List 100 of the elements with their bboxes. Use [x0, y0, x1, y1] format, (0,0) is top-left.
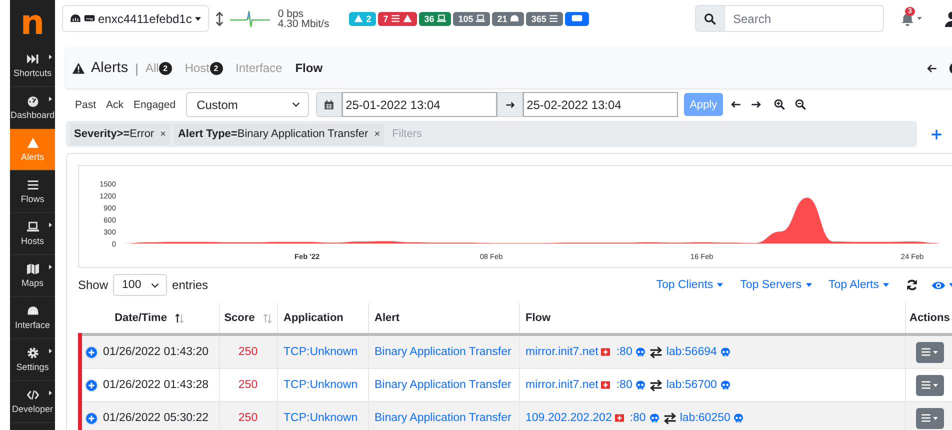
end-date-field[interactable]: 25-02-2022 13:04 [522, 92, 678, 117]
arrow-left-icon[interactable] [730, 99, 742, 110]
list-icon [549, 14, 558, 23]
chevron-icon [292, 102, 300, 107]
status-badge[interactable]: 7 [378, 12, 418, 26]
status-badge[interactable]: 365 [526, 12, 564, 26]
host-link[interactable]: mirror.init7.net [526, 346, 598, 358]
tab[interactable]: All 2 [145, 61, 177, 75]
filter-link[interactable]: Past [75, 98, 96, 110]
actions-button[interactable] [916, 408, 944, 428]
port-link[interactable]: :80 [616, 346, 632, 358]
exchange-icon [649, 378, 664, 392]
skull-icon [720, 380, 731, 390]
start-date-field[interactable]: 25-01-2022 13:04 [342, 92, 497, 117]
device-icon [570, 13, 584, 24]
code-icon [26, 389, 38, 401]
sidebar-item[interactable]: Maps [10, 255, 55, 297]
score-cell-text: 250 [237, 412, 259, 424]
alert-link[interactable]: Binary Application Transfer [374, 412, 512, 424]
caret-icon [933, 384, 938, 386]
column-header[interactable]: Alert [374, 312, 400, 324]
warning-icon [354, 14, 364, 23]
list-icon [391, 14, 400, 23]
arrow-right-icon[interactable] [751, 99, 762, 110]
download-rate: 4.30 Mbit/s [278, 18, 330, 28]
back-icon[interactable] [926, 62, 937, 74]
actions-button[interactable] [916, 374, 944, 396]
caret-icon [806, 283, 812, 287]
exchange-icon [662, 412, 677, 424]
host-link[interactable]: lab:56700 [666, 379, 717, 391]
search-button[interactable] [695, 5, 724, 32]
zoom-in-icon[interactable] [774, 99, 786, 110]
refresh-icon[interactable] [906, 279, 918, 291]
column-header[interactable]: Date/Time [114, 312, 167, 324]
menu-button[interactable]: Top Servers [740, 279, 812, 291]
skull-icon [635, 380, 646, 390]
sidebar-item[interactable]: Interface [10, 297, 55, 339]
traffic-arrows-icon [214, 10, 224, 26]
table-cell: 01/26/2022 01:43:20 [103, 346, 209, 358]
application-link[interactable]: TCP:Unknown [284, 412, 358, 424]
filter-link[interactable]: Ack [106, 98, 124, 110]
search-field[interactable]: Search [724, 5, 884, 32]
remove-button[interactable]: × [160, 128, 166, 140]
alert-link[interactable]: Binary Application Transfer [374, 379, 512, 391]
caret-icon [933, 350, 938, 354]
sidebar-item[interactable]: Flows [10, 171, 55, 213]
tab[interactable]: Host 2 [184, 61, 228, 75]
skull-icon [733, 412, 744, 424]
application-link[interactable]: TCP:Unknown [284, 346, 358, 358]
port-link[interactable]: :80 [616, 379, 632, 391]
shortcuts-icon [26, 53, 38, 65]
sidebar-item[interactable]: Settings [10, 339, 55, 381]
actions-button[interactable] [916, 342, 944, 362]
table-cell: 01/26/2022 05:30:22 [103, 412, 209, 424]
port-link[interactable]: :80 [630, 412, 646, 424]
column-header[interactable]: Flow [526, 312, 551, 324]
column-header[interactable]: Application [284, 312, 344, 324]
host-link[interactable]: 109.202.202.202 [526, 412, 612, 424]
count-badge: 2 [158, 62, 172, 74]
range-select[interactable]: Custom [186, 92, 309, 117]
filter-label: Alert Type=Binary Application Transfer [178, 128, 368, 140]
score-cell-text: 250 [237, 379, 259, 391]
sort-icon[interactable] [174, 312, 184, 324]
zoom-out-icon[interactable] [795, 99, 806, 110]
entries-label: entries [172, 278, 208, 292]
alert-link[interactable]: Binary Application Transfer [374, 346, 512, 358]
column-header[interactable]: Actions [910, 312, 950, 324]
list-icon [921, 380, 931, 390]
logo[interactable]: n [10, 0, 55, 45]
host-link[interactable]: lab:56694 [666, 346, 717, 358]
sidebar-item[interactable]: Hosts [10, 213, 55, 255]
status-badge[interactable]: 21 [492, 12, 524, 26]
host-link[interactable]: lab:60250 [680, 412, 730, 424]
expand-icon[interactable] [85, 412, 98, 424]
flag-icon [601, 381, 610, 389]
sidebar-item[interactable]: Shortcuts [10, 45, 55, 87]
tab[interactable]: Flow [295, 61, 328, 75]
caret-icon [917, 17, 922, 20]
expand-icon[interactable] [85, 346, 98, 358]
alert-icon [26, 137, 38, 149]
interface-selector[interactable]: enxc4411efebd1c [62, 5, 209, 32]
application-link[interactable]: TCP:Unknown [284, 379, 358, 391]
page-length-select[interactable]: 100 [113, 274, 168, 296]
host-link[interactable]: mirror.init7.net [526, 379, 598, 391]
column-header[interactable]: Score [224, 312, 255, 324]
caret-icon [933, 416, 938, 420]
remove-button[interactable]: × [374, 128, 380, 140]
status-badge[interactable]: 105 [453, 12, 490, 26]
sidebar-item[interactable]: Developer [10, 381, 55, 423]
menu-button[interactable]: Top Alerts [828, 279, 889, 291]
flows-icon [26, 179, 38, 191]
add-filter-icon[interactable] [931, 128, 942, 140]
filter-bar[interactable]: Severity>=Error × Alert Type=Binary Application Transfer × Filters [66, 121, 917, 147]
list-icon [921, 413, 931, 423]
filter-link[interactable]: Engaged [134, 98, 176, 110]
status-badge[interactable]: 36 [419, 12, 452, 26]
expand-icon[interactable] [85, 378, 98, 392]
filter-field[interactable]: Filters [388, 128, 913, 140]
menu-button[interactable]: Top Clients [656, 279, 724, 291]
status-badge[interactable] [565, 12, 590, 26]
